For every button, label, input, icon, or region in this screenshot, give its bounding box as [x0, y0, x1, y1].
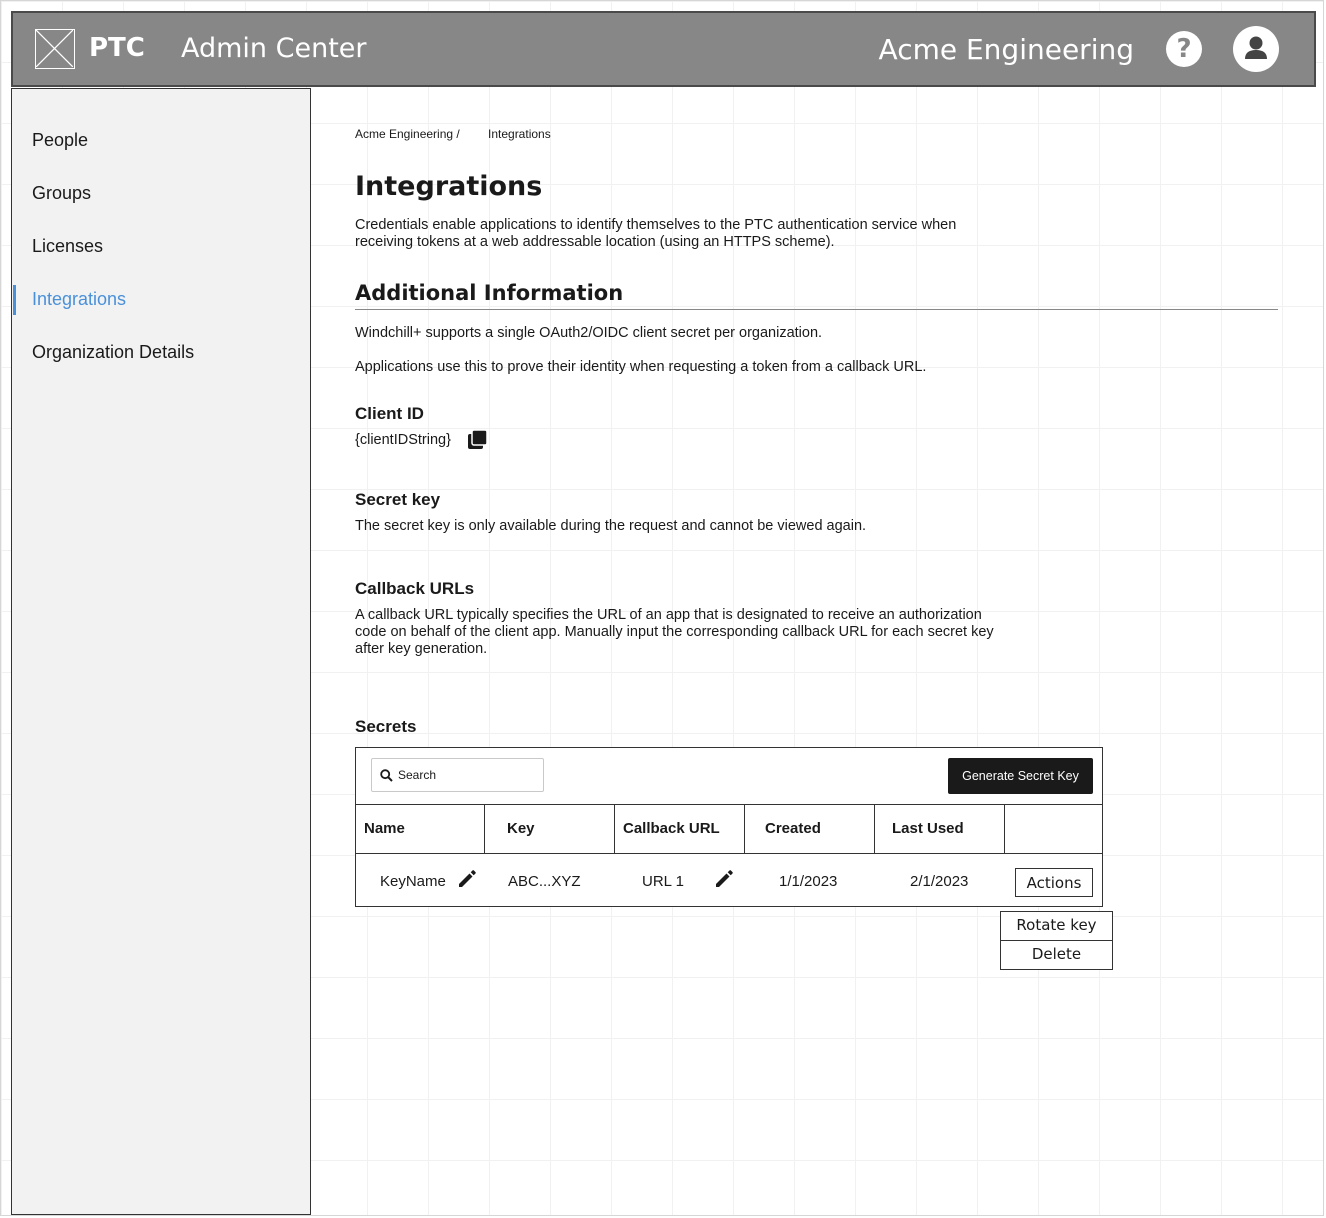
brand-name: PTC: [89, 33, 145, 63]
search-icon: [380, 769, 393, 782]
column-header-key[interactable]: Key: [485, 804, 615, 854]
column-header-name[interactable]: Name: [356, 804, 485, 854]
client-id-heading: Client ID: [355, 404, 424, 423]
callback-urls-heading: Callback URLs: [355, 579, 475, 598]
column-header-actions: [1005, 804, 1102, 854]
column-header-callback-url[interactable]: Callback URL: [615, 804, 745, 854]
generate-secret-key-button[interactable]: Generate Secret Key: [948, 758, 1093, 794]
edit-callback-pencil-icon[interactable]: [713, 868, 735, 890]
secret-key-cell: ABC...XYZ: [508, 873, 581, 890]
secret-key-text: The secret key is only available during …: [355, 518, 867, 534]
column-header-last-used[interactable]: Last Used: [875, 804, 1005, 854]
search-input[interactable]: [398, 759, 538, 791]
secret-key-heading: Secret key: [355, 490, 441, 509]
placeholder-logo-icon: [35, 29, 75, 69]
sidebar-item-groups[interactable]: Groups: [32, 183, 91, 204]
main-content: Acme Engineering / Integrations Integrat…: [312, 88, 1326, 1218]
actions-button[interactable]: Actions: [1015, 868, 1093, 897]
sidebar-item-integrations[interactable]: Integrations: [32, 289, 126, 310]
created-date-cell: 1/1/2023: [779, 873, 838, 890]
client-id-value: {clientIDString}: [355, 432, 451, 448]
secret-name-cell: KeyName: [380, 873, 446, 890]
secrets-table: Generate Secret Key Name Key Callback UR…: [355, 747, 1103, 907]
additional-info-heading: Additional Information: [355, 281, 624, 305]
help-circle-icon[interactable]: ?: [1166, 31, 1202, 67]
additional-info-line-2: Applications use this to prove their ide…: [355, 359, 927, 375]
menu-item-rotate-key[interactable]: Rotate key: [1000, 911, 1113, 941]
sidebar-item-organization-details[interactable]: Organization Details: [32, 342, 194, 363]
page-title: Integrations: [355, 171, 543, 202]
sidebar-item-people[interactable]: People: [32, 130, 88, 151]
app-title: Admin Center: [181, 33, 367, 64]
breadcrumb-current: Integrations: [488, 127, 551, 141]
breadcrumb-parent[interactable]: Acme Engineering /: [355, 127, 460, 141]
column-header-created[interactable]: Created: [745, 804, 875, 854]
additional-info-line-1: Windchill+ supports a single OAuth2/OIDC…: [355, 325, 823, 341]
menu-item-delete[interactable]: Delete: [1000, 940, 1113, 970]
user-avatar-icon[interactable]: [1233, 26, 1279, 72]
edit-name-pencil-icon[interactable]: [456, 868, 478, 890]
organization-name[interactable]: Acme Engineering: [879, 33, 1134, 66]
sidebar-item-licenses[interactable]: Licenses: [32, 236, 103, 257]
callback-urls-text: A callback URL typically specifies the U…: [355, 607, 994, 657]
section-divider: [355, 309, 1278, 310]
page-description: Credentials enable applications to ident…: [355, 217, 957, 250]
secrets-heading: Secrets: [355, 717, 417, 736]
top-header: PTC Admin Center Acme Engineering ?: [11, 11, 1316, 87]
active-item-indicator: [13, 285, 16, 315]
table-header-row: Name Key Callback URL Created Last Used: [356, 804, 1102, 856]
last-used-date-cell: 2/1/2023: [910, 873, 969, 890]
callback-url-cell: URL 1: [642, 873, 684, 890]
sidebar-nav: People Groups Licenses Integrations Orga…: [11, 88, 311, 1215]
search-box[interactable]: [371, 758, 544, 792]
copy-icon[interactable]: [467, 429, 489, 451]
